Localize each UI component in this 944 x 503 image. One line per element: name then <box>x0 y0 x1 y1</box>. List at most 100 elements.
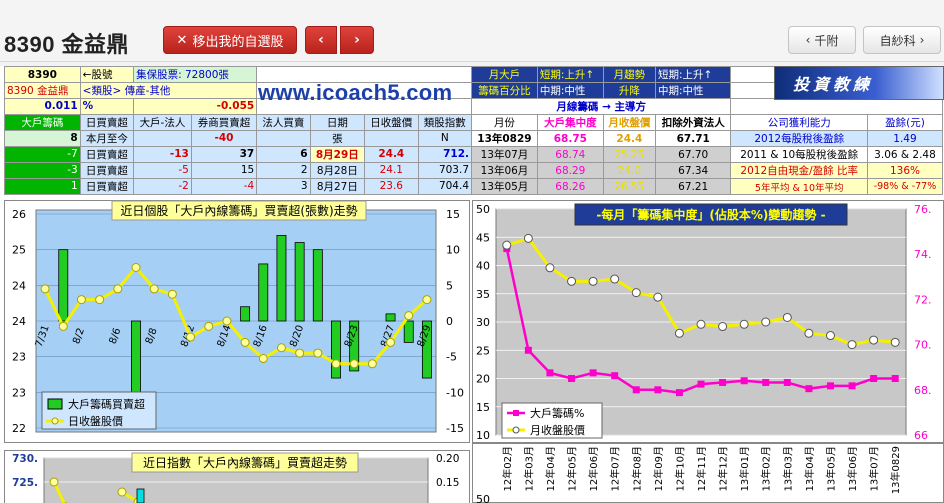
chip-bar <box>258 263 269 322</box>
price-point <box>313 348 323 358</box>
holder-point <box>719 378 727 386</box>
holder-point <box>524 346 532 354</box>
y-left-tick-label: 20 <box>476 373 490 386</box>
month-price-point <box>825 331 835 341</box>
holder-point <box>632 386 640 394</box>
x-tick-label: 13年01月 <box>738 446 751 491</box>
month-price-point <box>890 337 900 347</box>
month-price-point <box>782 312 792 322</box>
y-left-tick-label: 35 <box>476 288 490 301</box>
y-left-tick-label: 15 <box>476 401 490 414</box>
y-left-tick-label: 24 <box>12 315 26 328</box>
x-tick-label: 13年02月 <box>760 446 773 491</box>
holder-point <box>697 380 705 388</box>
month-price-point <box>567 276 577 286</box>
price-point <box>95 295 105 305</box>
x-tick-label: 12年12月 <box>717 446 730 491</box>
price-point <box>186 332 196 342</box>
y-right-tick-label: 15 <box>446 208 460 221</box>
x-tick-label: 13年03月 <box>781 446 794 491</box>
legend-label: 大戶籌碼% <box>530 406 584 420</box>
y-left-tick-label: 24 <box>12 279 26 292</box>
chevron-right-icon: › <box>919 33 925 47</box>
month-price-point <box>523 233 533 243</box>
next-related-button[interactable]: 自紗科 › <box>863 26 941 54</box>
price-point <box>367 359 377 369</box>
month-price-point <box>847 340 857 350</box>
y-left-tick-label: 25 <box>12 244 26 257</box>
chevron-left-icon: ‹ <box>318 32 324 48</box>
next-stock-button[interactable]: › <box>340 26 374 54</box>
y-left-tick-label: 10 <box>476 429 490 442</box>
y-right-tick-label: 0.20 <box>436 453 459 465</box>
stock-header: 8390 金益鼎 ✕ 移出我的自選股 ‹ › ‹ 千附 自紗科 › <box>0 0 944 62</box>
legend-swatch-bars <box>47 398 63 410</box>
chip-bar <box>294 242 305 322</box>
x-tick-label: 13年07月 <box>868 446 881 491</box>
legend-label: 月收盤股價 <box>530 423 585 437</box>
price-point <box>222 316 232 326</box>
chip-bar <box>58 249 69 322</box>
y-left-tick-label: 40 <box>476 260 490 273</box>
x-tick-label: 12年11月 <box>695 446 708 491</box>
x-tick-label: 12年06月 <box>587 446 600 491</box>
holder-point <box>654 386 662 394</box>
x-tick-label: 12年08月 <box>630 446 643 491</box>
chip-bar <box>331 320 341 379</box>
index-point <box>117 487 127 497</box>
y-left-tick-label: 22 <box>12 422 26 435</box>
prev-stock-button[interactable]: ‹ <box>305 26 337 54</box>
price-point <box>240 337 250 347</box>
y-left-tick-label: 45 <box>476 231 490 244</box>
y-right-tick-label: 0 <box>446 315 453 328</box>
price-point <box>404 311 414 321</box>
chip-bar <box>240 306 251 322</box>
month-price-point <box>610 274 620 284</box>
y-right-tick-label: 5 <box>446 279 453 292</box>
index-point <box>49 477 59 487</box>
month-price-point <box>502 240 512 250</box>
y-left-tick-label: 26 <box>12 208 26 221</box>
holder-point <box>762 378 770 386</box>
chip-bar <box>403 320 414 343</box>
x-tick-label: 13年05月 <box>824 446 837 491</box>
prev-related-label: 千附 <box>814 33 839 48</box>
month-price-point <box>588 276 598 286</box>
month-price-point <box>869 335 879 345</box>
price-point <box>113 284 123 294</box>
price-point <box>386 337 396 347</box>
price-point <box>258 353 268 363</box>
x-tick-label: 12年03月 <box>522 446 535 491</box>
month-price-point <box>631 288 641 298</box>
remove-from-watchlist-button[interactable]: ✕ 移出我的自選股 <box>163 26 297 54</box>
price-point <box>40 284 50 294</box>
y-right-tick-label: 66 <box>914 429 928 442</box>
y-left-tick-label: 30 <box>476 316 490 329</box>
y-right-tick-label: 70. <box>914 339 932 352</box>
y-right-tick-label: 72. <box>914 293 932 306</box>
holder-point <box>568 375 576 382</box>
x-tick-label: 12年04月 <box>544 446 557 491</box>
index-chip-chart: 730. 725. 0.20 0.15 近日指數「大戶內線籌碼」買賣超走勢 <box>12 452 459 503</box>
x-tick-label: 13年0829 <box>889 446 902 494</box>
month-price-point <box>653 292 663 302</box>
daily-chip-chart: 26252424232322151050-5-10-157/31 8/2 8/6 8/… <box>12 200 464 435</box>
month-price-point <box>674 328 684 338</box>
index-bar <box>136 488 145 503</box>
prev-related-button[interactable]: ‹ 千附 <box>788 26 856 54</box>
holder-point <box>740 377 748 385</box>
x-tick-label: 12年10月 <box>673 446 686 491</box>
month-price-point <box>718 322 728 332</box>
chip-bar <box>131 320 141 393</box>
stock-report: 8390 ←股號 集保股票: 72800張 8390 金益鼎 <類股> 傳產-其… <box>0 66 944 503</box>
price-point <box>295 348 305 358</box>
y-right-tick-label: 10 <box>446 244 460 257</box>
month-price-point <box>804 328 814 338</box>
chip-bar <box>276 234 287 322</box>
close-icon: ✕ <box>176 32 188 48</box>
chart-title: 近日個股「大戶內線籌碼」買賣超(張數)走勢 <box>120 203 357 218</box>
y-right-tick-label: -15 <box>446 422 464 435</box>
x-tick-label: 13年04月 <box>803 446 816 491</box>
price-point <box>131 263 141 272</box>
holder-point <box>611 372 619 380</box>
